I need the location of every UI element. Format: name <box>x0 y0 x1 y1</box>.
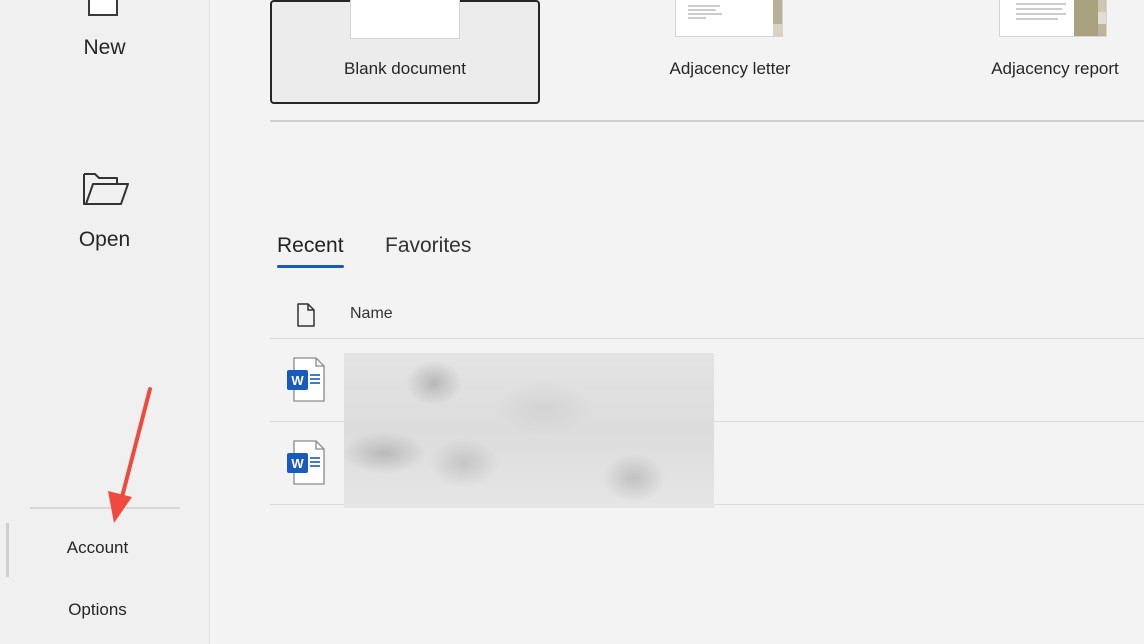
nav-account[interactable]: Account <box>0 538 209 568</box>
word-document-icon: W <box>287 357 325 402</box>
svg-text:W: W <box>291 456 304 471</box>
column-name-header[interactable]: Name <box>350 305 393 323</box>
templates-divider <box>270 120 1144 122</box>
template-thumbnail <box>350 0 460 39</box>
nav-options-label: Options <box>68 600 127 619</box>
nav-open[interactable]: Open <box>0 165 209 265</box>
tab-favorites[interactable]: Favorites <box>385 234 471 258</box>
backstage-nav: New Open Account Options <box>0 0 210 644</box>
redacted-file-names <box>344 353 714 508</box>
template-thumbnail <box>999 0 1107 37</box>
file-list-header: Name <box>270 290 1144 339</box>
new-document-icon <box>88 0 118 16</box>
nav-new-label: New <box>83 36 126 59</box>
word-document-icon: W <box>287 440 325 485</box>
tab-active-indicator <box>277 265 344 268</box>
file-icon[interactable] <box>296 303 316 327</box>
nav-account-label: Account <box>66 538 129 557</box>
template-name: Adjacency report <box>991 59 1119 78</box>
template-adjacency-letter[interactable]: Adjacency letter <box>610 0 850 103</box>
template-name: Blank document <box>344 59 466 78</box>
nav-open-label: Open <box>78 228 131 251</box>
template-name: Adjacency letter <box>669 59 791 78</box>
nav-options[interactable]: Options <box>0 600 209 630</box>
tab-recent[interactable]: Recent <box>277 234 344 268</box>
tab-recent-label: Recent <box>277 234 344 257</box>
folder-icon <box>83 173 129 205</box>
annotation-arrow <box>108 387 152 523</box>
template-thumbnail <box>675 0 783 37</box>
template-blank-document[interactable]: Blank document <box>270 0 540 104</box>
tab-favorites-label: Favorites <box>385 234 472 257</box>
template-adjacency-report[interactable]: Adjacency report <box>935 0 1144 103</box>
backstage-main: Blank document Adjacency letter Adjacenc… <box>210 0 1144 644</box>
nav-new[interactable]: New <box>0 0 209 80</box>
svg-text:W: W <box>291 373 304 388</box>
